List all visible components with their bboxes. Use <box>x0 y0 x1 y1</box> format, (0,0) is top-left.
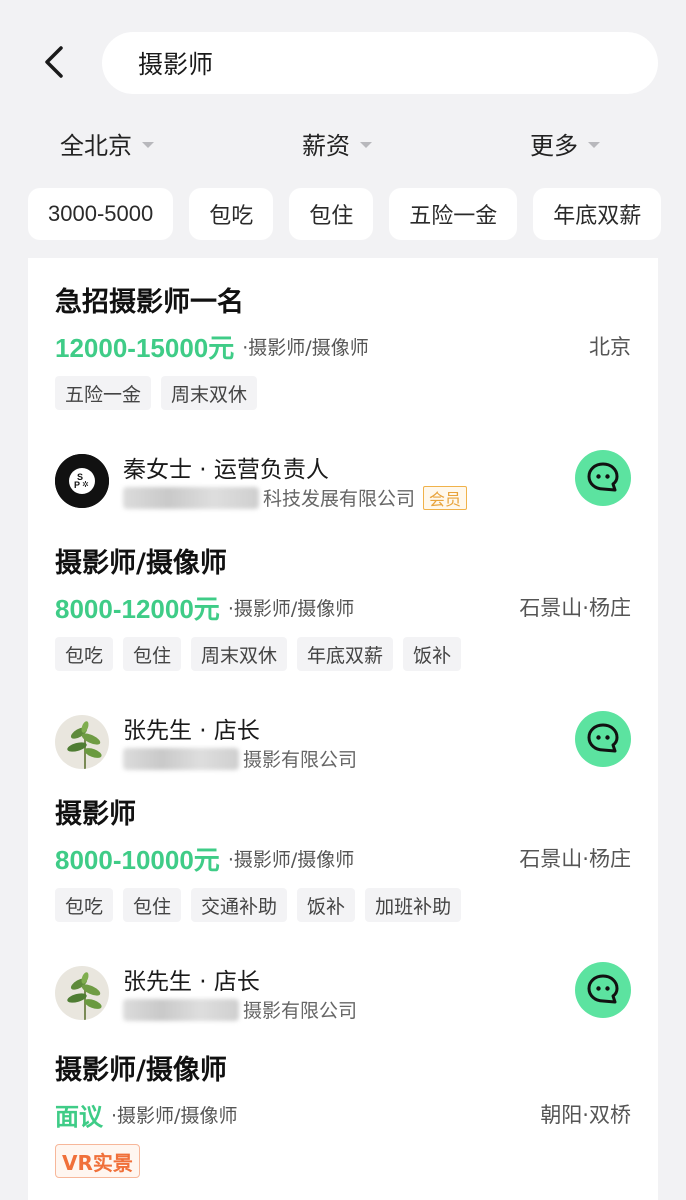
job-location: 石景山·杨庄 <box>519 596 631 620</box>
job-location: 北京 <box>589 335 631 359</box>
caret-down-icon <box>588 141 600 148</box>
company-logo: S P ✲ <box>55 454 109 508</box>
filter-city[interactable]: 全北京 <box>60 126 154 161</box>
redacted-text <box>123 747 239 770</box>
job-card[interactable]: 摄影师 8000-10000元 ·摄影师/摄像师 石景山·杨庄 包吃 包住 交通… <box>28 792 658 1022</box>
chat-button[interactable] <box>575 962 631 1018</box>
benefit-tag: 包吃 <box>55 637 114 671</box>
search-query: 摄影师 <box>138 50 214 79</box>
job-title: 摄影师 <box>55 799 136 830</box>
chat-button[interactable] <box>575 711 631 767</box>
vr-badge: VR实景 <box>55 1144 140 1178</box>
company-name: 摄影有限公司 <box>123 996 357 1023</box>
redacted-text <box>123 998 239 1021</box>
chip-housing[interactable]: 包住 <box>289 188 374 240</box>
quick-filter-chips: 3000-5000 包吃 包住 五险一金 年底双薪 <box>28 188 686 240</box>
caret-down-icon <box>360 141 372 148</box>
salary: 面议 <box>55 1103 103 1131</box>
chat-bubble-icon <box>587 974 619 1004</box>
benefit-tag: 周末双休 <box>161 376 258 410</box>
recruiter-info: 张先生 · 店长 摄影有限公司 <box>55 711 631 771</box>
benefit-tag: 交通补助 <box>191 888 288 922</box>
chat-button[interactable] <box>575 450 631 506</box>
chip-double-pay[interactable]: 年底双薪 <box>533 188 662 240</box>
job-card[interactable]: 摄影师/摄像师 8000-12000元 ·摄影师/摄像师 石景山·杨庄 包吃 包… <box>28 541 658 771</box>
company-name: 摄影有限公司 <box>123 745 357 772</box>
salary-line: 8000-10000元 ·摄影师/摄像师 石景山·杨庄 <box>55 840 631 876</box>
benefit-tag: 包住 <box>123 888 182 922</box>
salary: 8000-10000元 <box>55 844 220 875</box>
member-badge: 会员 <box>423 485 468 510</box>
search-input[interactable]: 摄影师 <box>102 32 658 94</box>
salary: 12000-15000元 <box>55 332 235 363</box>
company-suffix: 摄影有限公司 <box>243 1000 358 1022</box>
caret-down-icon <box>142 141 154 148</box>
benefit-tag: 包住 <box>123 637 182 671</box>
tag-list: 包吃 包住 交通补助 饭补 加班补助 <box>55 888 462 922</box>
chip-meals[interactable]: 包吃 <box>189 188 274 240</box>
svg-text:P: P <box>74 480 80 490</box>
recruiter-info: 张先生 · 店长 摄影有限公司 <box>55 962 631 1022</box>
job-category: ·摄影师/摄像师 <box>227 597 355 620</box>
job-location: 石景山·杨庄 <box>519 847 631 871</box>
chip-salary-range[interactable]: 3000-5000 <box>28 188 174 240</box>
company-suffix: 摄影有限公司 <box>243 749 358 771</box>
salary-line: 12000-15000元 ·摄影师/摄像师 北京 <box>55 328 631 364</box>
benefit-tag: 五险一金 <box>55 376 152 410</box>
salary-line: 面议 ·摄影师/摄像师 朝阳·双桥 <box>55 1096 631 1132</box>
job-list: 急招摄影师一名 12000-15000元 ·摄影师/摄像师 北京 五险一金 周末… <box>28 258 658 1200</box>
plant-photo <box>55 715 109 769</box>
chevron-left-icon <box>45 46 63 78</box>
recruiter-name: 秦女士 · 运营负责人 <box>123 457 329 483</box>
recruiter-name: 张先生 · 店长 <box>123 718 260 744</box>
benefit-tag: 饭补 <box>403 637 462 671</box>
salary: 8000-12000元 <box>55 593 220 624</box>
job-category: ·摄影师/摄像师 <box>227 848 355 871</box>
avatar <box>55 715 109 769</box>
tag-list: 包吃 包住 周末双休 年底双薪 饭补 <box>55 637 462 671</box>
filter-label: 薪资 <box>302 132 350 160</box>
job-location: 朝阳·双桥 <box>540 1103 631 1127</box>
filter-more[interactable]: 更多 <box>530 126 600 161</box>
job-card[interactable]: 摄影师/摄像师 面议 ·摄影师/摄像师 朝阳·双桥 VR实景 <box>28 1048 658 1200</box>
job-title: 急招摄影师一名 <box>55 287 244 318</box>
filter-row: 全北京 薪资 更多 <box>0 120 686 168</box>
recruiter-name: 张先生 · 店长 <box>123 969 260 995</box>
filter-label: 更多 <box>530 132 578 160</box>
benefit-tag: 包吃 <box>55 888 114 922</box>
avatar <box>55 966 109 1020</box>
search-header: 摄影师 <box>0 0 686 120</box>
job-card[interactable]: 急招摄影师一名 12000-15000元 ·摄影师/摄像师 北京 五险一金 周末… <box>28 280 658 510</box>
company-suffix: 科技发展有限公司 <box>263 488 416 510</box>
benefit-tag: 加班补助 <box>365 888 462 922</box>
chip-insurance[interactable]: 五险一金 <box>389 188 518 240</box>
job-title: 摄影师/摄像师 <box>55 548 227 579</box>
job-category: ·摄影师/摄像师 <box>111 1104 238 1127</box>
benefit-tag: 饭补 <box>297 888 356 922</box>
filter-label: 全北京 <box>60 132 132 160</box>
filter-salary[interactable]: 薪资 <box>302 126 372 161</box>
recruiter-info: S P ✲ 秦女士 · 运营负责人 科技发展有限公司 会员 <box>55 450 631 510</box>
salary-line: 8000-12000元 ·摄影师/摄像师 石景山·杨庄 <box>55 589 631 625</box>
chat-bubble-icon <box>587 723 619 753</box>
benefit-tag: 年底双薪 <box>297 637 394 671</box>
job-category: ·摄影师/摄像师 <box>242 336 369 359</box>
plant-photo <box>55 966 109 1020</box>
redacted-text <box>123 486 259 509</box>
logo-mark: S P ✲ <box>55 454 109 508</box>
tag-list: 五险一金 周末双休 <box>55 376 258 410</box>
job-title: 摄影师/摄像师 <box>55 1055 227 1086</box>
svg-text:✲: ✲ <box>82 480 89 489</box>
chat-bubble-icon <box>587 462 619 492</box>
benefit-tag: 周末双休 <box>191 637 288 671</box>
back-button[interactable] <box>36 44 72 80</box>
company-name: 科技发展有限公司 会员 <box>123 484 468 511</box>
